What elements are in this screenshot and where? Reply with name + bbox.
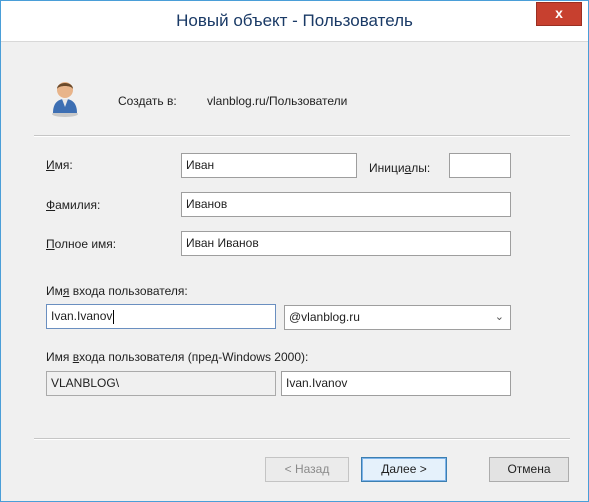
create-in-path: vlanblog.ru/Пользователи [207,94,348,108]
pre2000-logon-label: Имя входа пользователя (пред-Windows 200… [46,350,309,364]
user-icon [52,82,78,117]
logon-name-label: Имя входа пользователя: [46,284,188,298]
close-button[interactable]: x [536,2,582,26]
full-name-input[interactable]: Иван Иванов [181,231,511,256]
chevron-down-icon: ⌄ [494,311,504,323]
full-name-label: Полное имя: [46,237,117,251]
back-button[interactable]: < Назад [265,457,349,482]
pre2000-logon-input[interactable]: Ivan.Ivanov [281,371,511,396]
last-name-label: Фамилия: [46,198,101,212]
initials-label: Инициалы: [369,161,431,175]
separator [34,438,570,440]
new-user-dialog: Новый объект - Пользователь x Создать в:… [0,0,589,502]
logon-name-input[interactable]: Ivan.Ivanov [46,304,276,329]
initials-input[interactable] [449,153,511,178]
cancel-button[interactable]: Отмена [489,457,569,482]
next-button[interactable]: Далее > [361,457,447,482]
last-name-input[interactable]: Иванов [181,192,511,217]
upn-suffix-select[interactable]: @vlanblog.ru ⌄ [284,305,511,330]
first-name-label: Имя: [46,158,73,172]
upn-suffix-value: @vlanblog.ru [289,310,360,324]
first-name-input[interactable]: Иван [181,153,357,178]
pre2000-domain-field: VLANBLOG\ [46,371,276,396]
text-caret [113,309,115,324]
separator [34,135,570,137]
dialog-title: Новый объект - Пользователь [176,11,413,30]
create-in-label: Создать в: [118,94,177,108]
logon-name-value: Ivan.Ivanov [51,309,113,323]
title-bar: Новый объект - Пользователь x [1,1,588,42]
